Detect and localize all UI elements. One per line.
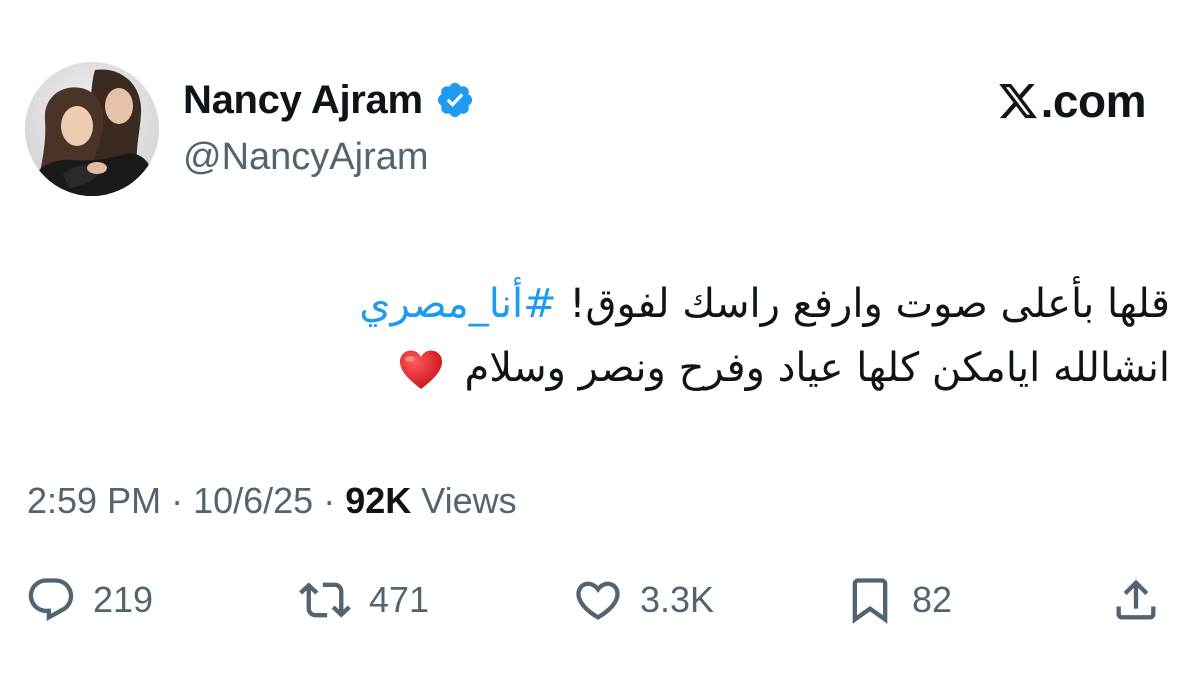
tweet-body: قلها بأعلى صوت وارفع راسك لفوق! #أنا_مصر… xyxy=(270,272,1170,400)
like-count: 3.3K xyxy=(640,579,715,620)
share-button[interactable] xyxy=(1110,574,1162,626)
tweet-line-2: انشالله ايامكن كلها عياد وفرح ونصر وسلام xyxy=(270,336,1170,400)
like-button[interactable]: 3.3K xyxy=(572,574,714,626)
reply-button[interactable]: 219 xyxy=(25,574,153,626)
heart-icon xyxy=(576,581,620,620)
author-name-row: Nancy Ajram xyxy=(183,76,475,124)
share-icon xyxy=(1116,579,1156,620)
profile-photo-icon xyxy=(25,62,159,196)
meta-separator: · xyxy=(313,480,346,521)
tweet-card: Nancy Ajram @NancyAjram .com قلها بأعلى … xyxy=(0,0,1200,679)
repost-icon xyxy=(299,582,351,618)
brand-domain-text: .com xyxy=(1040,75,1147,127)
meta-separator: · xyxy=(161,480,194,521)
red-heart-emoji-icon xyxy=(398,349,444,391)
tweet-date[interactable]: 10/6/25 xyxy=(193,480,313,521)
repost-count: 471 xyxy=(369,579,430,620)
brand-watermark: .com xyxy=(997,75,1147,127)
tweet-meta: 2:59 PM · 10/6/25 · 92K Views xyxy=(27,478,517,524)
hashtag-link[interactable]: #أنا_مصري xyxy=(359,281,556,327)
author-display-name[interactable]: Nancy Ajram xyxy=(183,76,423,124)
verified-badge-icon[interactable] xyxy=(435,80,475,120)
bookmark-count: 82 xyxy=(912,579,953,620)
avatar[interactable] xyxy=(25,62,159,196)
reply-count: 219 xyxy=(93,579,154,620)
author-handle[interactable]: @NancyAjram xyxy=(183,134,429,180)
x-logo-icon xyxy=(997,80,1039,122)
tweet-line-2-text: انشالله ايامكن كلها عياد وفرح ونصر وسلام xyxy=(464,345,1170,391)
tweet-time[interactable]: 2:59 PM xyxy=(27,480,161,521)
tweet-line-1-text: قلها بأعلى صوت وارفع راسك لفوق! xyxy=(556,281,1170,327)
views-label: Views xyxy=(411,480,517,521)
repost-button[interactable]: 471 xyxy=(297,574,429,626)
reply-icon xyxy=(28,578,74,622)
views-count: 92K xyxy=(345,480,412,521)
bookmark-icon xyxy=(852,578,888,624)
tweet-line-1: قلها بأعلى صوت وارفع راسك لفوق! #أنا_مصر… xyxy=(270,272,1170,336)
bookmark-button[interactable]: 82 xyxy=(844,574,952,626)
